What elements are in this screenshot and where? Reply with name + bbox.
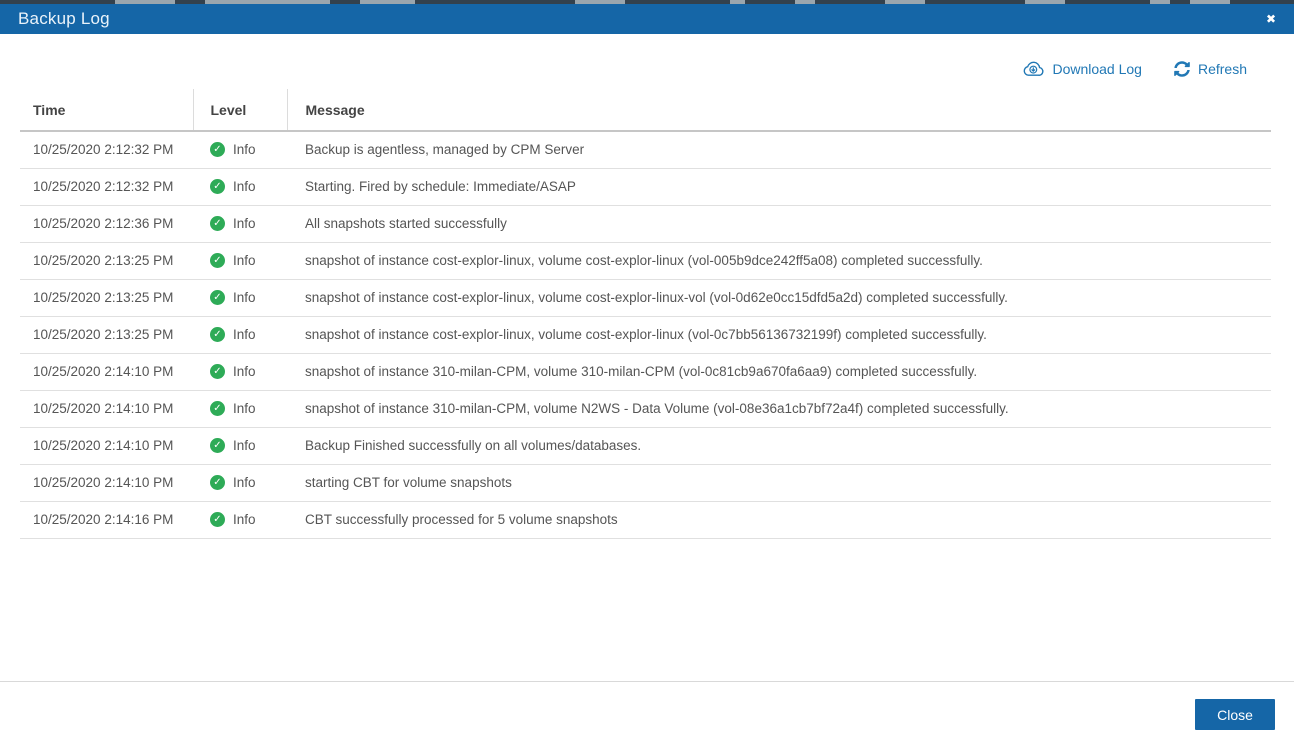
log-time: 10/25/2020 2:13:25 PM <box>33 290 174 305</box>
success-check-icon: ✓ <box>210 290 225 305</box>
log-message: Starting. Fired by schedule: Immediate/A… <box>305 179 576 194</box>
close-button[interactable]: Close <box>1195 699 1275 730</box>
table-row: 10/25/2020 2:12:32 PM ✓ Info Backup is a… <box>20 131 1271 168</box>
log-level: ✓ Info <box>210 290 287 305</box>
log-message: starting CBT for volume snapshots <box>305 475 512 490</box>
log-time: 10/25/2020 2:14:16 PM <box>33 512 174 527</box>
log-time: 10/25/2020 2:12:36 PM <box>33 216 174 231</box>
log-level-label: Info <box>233 179 256 194</box>
log-level-label: Info <box>233 364 256 379</box>
log-message: snapshot of instance cost-explor-linux, … <box>305 253 983 268</box>
table-row: 10/25/2020 2:12:32 PM ✓ Info Starting. F… <box>20 168 1271 205</box>
download-log-button[interactable]: Download Log <box>1023 61 1142 77</box>
log-level-label: Info <box>233 512 256 527</box>
refresh-icon <box>1174 61 1190 77</box>
log-level: ✓ Info <box>210 401 287 416</box>
log-level: ✓ Info <box>210 142 287 158</box>
success-check-icon: ✓ <box>210 253 225 268</box>
table-row: 10/25/2020 2:14:10 PM ✓ Info snapshot of… <box>20 353 1271 390</box>
log-message: snapshot of instance 310-milan-CPM, volu… <box>305 364 978 379</box>
success-check-icon: ✓ <box>210 401 225 416</box>
table-row: 10/25/2020 2:12:36 PM ✓ Info All snapsho… <box>20 205 1271 242</box>
success-check-icon: ✓ <box>210 179 225 194</box>
success-check-icon: ✓ <box>210 216 225 231</box>
success-check-icon: ✓ <box>210 438 225 453</box>
log-level-label: Info <box>233 475 256 490</box>
column-header-message: Message <box>286 89 1271 131</box>
table-row: 10/25/2020 2:14:10 PM ✓ Info starting CB… <box>20 464 1271 501</box>
log-level-label: Info <box>233 438 256 453</box>
log-message: Backup is agentless, managed by CPM Serv… <box>305 142 585 158</box>
log-time: 10/25/2020 2:13:25 PM <box>33 253 174 268</box>
success-check-icon: ✓ <box>210 512 225 527</box>
log-time: 10/25/2020 2:13:25 PM <box>33 327 174 342</box>
modal-body: Download Log Refresh Time Level Message … <box>0 34 1294 681</box>
download-log-label: Download Log <box>1052 61 1142 77</box>
log-message: snapshot of instance cost-explor-linux, … <box>305 290 1008 305</box>
close-icon[interactable]: ✖ <box>1266 13 1276 25</box>
success-check-icon: ✓ <box>210 142 225 158</box>
table-row: 10/25/2020 2:14:16 PM ✓ Info CBT success… <box>20 501 1271 538</box>
log-level-label: Info <box>233 327 256 342</box>
log-time: 10/25/2020 2:14:10 PM <box>33 364 174 379</box>
log-time: 10/25/2020 2:12:32 PM <box>33 179 174 194</box>
backup-log-table: Time Level Message 10/25/2020 2:12:32 PM… <box>20 89 1271 539</box>
log-message: Backup Finished successfully on all volu… <box>305 438 642 453</box>
log-level-label: Info <box>233 142 256 158</box>
log-message: snapshot of instance cost-explor-linux, … <box>305 327 987 342</box>
refresh-button[interactable]: Refresh <box>1174 61 1247 77</box>
log-message: All snapshots started successfully <box>305 216 507 231</box>
log-level-label: Info <box>233 290 256 305</box>
log-time: 10/25/2020 2:12:32 PM <box>33 142 174 158</box>
modal-header: Backup Log ✖ <box>0 4 1294 34</box>
log-level: ✓ Info <box>210 475 287 490</box>
log-actions: Download Log Refresh <box>0 58 1247 80</box>
log-level: ✓ Info <box>210 179 287 194</box>
log-level-label: Info <box>233 401 256 416</box>
modal-title: Backup Log <box>18 9 110 28</box>
log-level: ✓ Info <box>210 438 287 453</box>
log-level: ✓ Info <box>210 327 287 342</box>
success-check-icon: ✓ <box>210 327 225 342</box>
log-time: 10/25/2020 2:14:10 PM <box>33 475 174 490</box>
table-row: 10/25/2020 2:14:10 PM ✓ Info snapshot of… <box>20 390 1271 427</box>
table-row: 10/25/2020 2:14:10 PM ✓ Info Backup Fini… <box>20 427 1271 464</box>
cloud-download-icon <box>1023 61 1044 77</box>
log-level-label: Info <box>233 216 256 231</box>
log-level: ✓ Info <box>210 512 287 527</box>
success-check-icon: ✓ <box>210 475 225 490</box>
log-level: ✓ Info <box>210 253 287 268</box>
log-message: CBT successfully processed for 5 volume … <box>305 512 618 527</box>
success-check-icon: ✓ <box>210 364 225 379</box>
column-header-level: Level <box>192 89 287 131</box>
table-header-row: Time Level Message <box>20 89 1271 131</box>
log-time: 10/25/2020 2:14:10 PM <box>33 438 174 453</box>
log-level: ✓ Info <box>210 216 287 231</box>
table-row: 10/25/2020 2:13:25 PM ✓ Info snapshot of… <box>20 279 1271 316</box>
table-row: 10/25/2020 2:13:25 PM ✓ Info snapshot of… <box>20 242 1271 279</box>
log-level-label: Info <box>233 253 256 268</box>
column-header-time: Time <box>33 101 66 118</box>
log-level: ✓ Info <box>210 364 287 379</box>
modal-footer: Close <box>0 681 1294 745</box>
refresh-label: Refresh <box>1197 61 1247 77</box>
table-row: 10/25/2020 2:13:25 PM ✓ Info snapshot of… <box>20 316 1271 353</box>
log-message: snapshot of instance 310-milan-CPM, volu… <box>305 401 1009 416</box>
log-table-body: 10/25/2020 2:12:32 PM ✓ Info Backup is a… <box>20 131 1271 538</box>
log-time: 10/25/2020 2:14:10 PM <box>33 401 174 416</box>
